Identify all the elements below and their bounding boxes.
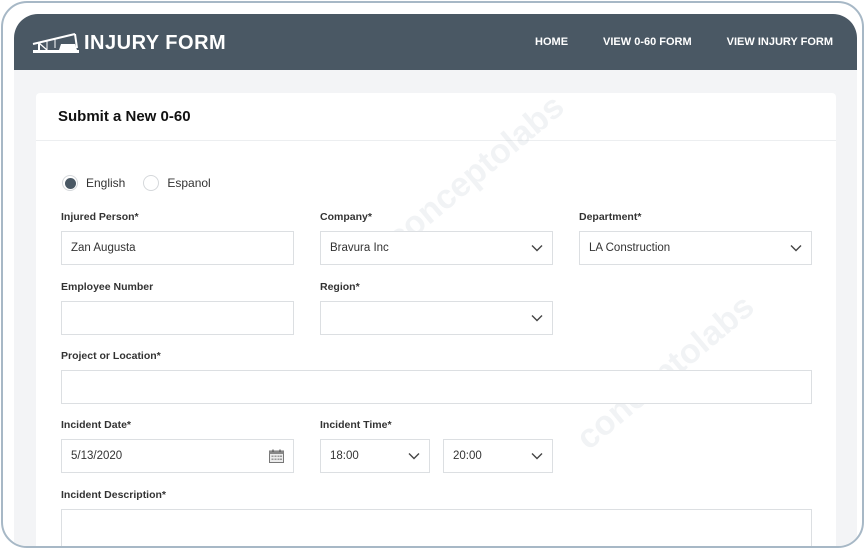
incident-date-label: Incident Date* [61, 419, 132, 431]
department-field: Department* LA Construction [579, 211, 812, 265]
window-frame: INJURY FORM HOME VIEW 0-60 FORM VIEW INJ… [1, 1, 864, 548]
employee-number-label: Employee Number [61, 281, 154, 293]
department-value: LA Construction [589, 242, 671, 254]
nav-home[interactable]: HOME [535, 36, 568, 48]
radio-espanol-label: Espanol [167, 176, 211, 190]
department-select[interactable]: LA Construction [579, 231, 812, 265]
chevron-down-icon [790, 245, 802, 252]
brand[interactable]: INJURY FORM [31, 30, 226, 56]
incident-date-value: 5/13/2020 [71, 450, 123, 462]
incident-time-label: Incident Time* [320, 419, 392, 431]
company-label: Company* [320, 211, 372, 223]
radio-espanol[interactable]: Espanol [143, 175, 211, 191]
incident-time-field: Incident Time* 18:00 20:00 [320, 419, 553, 473]
company-select[interactable]: Bravura Inc [320, 231, 553, 265]
incident-description-label: Incident Description* [61, 489, 167, 501]
incident-description-field: Incident Description* [61, 489, 812, 546]
language-radio-group: English Espanol [62, 175, 229, 191]
radio-english-circle[interactable] [62, 175, 78, 191]
nav-view-injury-form[interactable]: VIEW INJURY FORM [727, 36, 833, 48]
calendar-icon[interactable] [269, 449, 284, 463]
chevron-down-icon [531, 453, 543, 460]
department-label: Department* [579, 211, 642, 223]
incident-date-field: Incident Date* 5/13/2020 [61, 419, 294, 473]
nav-view-0-60-form[interactable]: VIEW 0-60 FORM [603, 36, 692, 48]
app-title: INJURY FORM [84, 31, 227, 54]
incident-description-textarea[interactable] [61, 509, 812, 546]
employee-number-input[interactable] [61, 301, 294, 335]
region-select[interactable] [320, 301, 553, 335]
app: INJURY FORM HOME VIEW 0-60 FORM VIEW INJ… [14, 14, 857, 546]
incident-date-input[interactable]: 5/13/2020 [61, 439, 294, 473]
employee-number-field: Employee Number [61, 281, 294, 335]
nav-links: HOME VIEW 0-60 FORM VIEW INJURY FORM [500, 36, 833, 48]
chevron-down-icon [408, 453, 420, 460]
bridge-crane-icon [32, 33, 79, 53]
radio-english-label: English [86, 176, 126, 190]
incident-time-start-value: 18:00 [330, 450, 359, 462]
form-card: Submit a New 0-60 conceptolabs conceptol… [36, 87, 836, 546]
chevron-down-icon [531, 315, 543, 322]
incident-time-end-value: 20:00 [453, 450, 482, 462]
incident-time-start-select[interactable]: 18:00 [320, 439, 430, 473]
company-value: Bravura Inc [330, 242, 389, 254]
chevron-down-icon [531, 245, 543, 252]
region-label: Region* [320, 281, 360, 293]
injured-person-field: Injured Person* Zan Augusta [61, 211, 294, 265]
radio-english[interactable]: English [62, 175, 125, 191]
injured-person-input[interactable]: Zan Augusta [61, 231, 294, 265]
card-header: Submit a New 0-60 [36, 93, 836, 141]
project-location-label: Project or Location* [61, 350, 161, 362]
navbar: INJURY FORM HOME VIEW 0-60 FORM VIEW INJ… [14, 14, 857, 70]
region-field: Region* [320, 281, 553, 335]
injured-person-value: Zan Augusta [71, 242, 136, 254]
radio-espanol-circle[interactable] [143, 175, 160, 191]
company-field: Company* Bravura Inc [320, 211, 553, 265]
project-location-input[interactable] [61, 370, 812, 404]
page-title: Submit a New 0-60 [58, 108, 191, 125]
project-location-field: Project or Location* [61, 350, 812, 404]
injured-person-label: Injured Person* [61, 211, 139, 223]
incident-time-end-select[interactable]: 20:00 [443, 439, 553, 473]
